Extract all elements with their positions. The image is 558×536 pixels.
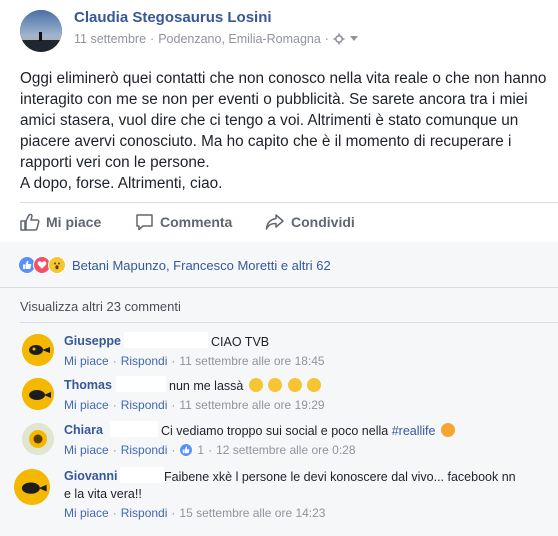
post-text-line: piacere avervi conosciuto. Ma ho capito … bbox=[20, 133, 512, 150]
comment-timestamp[interactable]: 11 settembre alle ore 19:29 bbox=[179, 398, 324, 412]
bird-avatar-icon bbox=[22, 378, 54, 410]
separator: · bbox=[150, 32, 155, 46]
kiss-emoji-icon bbox=[440, 423, 455, 437]
reactions-summary[interactable]: Betani Mapunzo, Francesco Moretti e altr… bbox=[18, 256, 331, 274]
comment-bubble-icon bbox=[136, 214, 153, 231]
comment-reply-link[interactable]: Rispondi bbox=[121, 354, 168, 368]
divider bbox=[0, 287, 558, 288]
post-header: Claudia Stegosaurus Losini 11 settembre … bbox=[0, 0, 558, 58]
view-more-comments-link[interactable]: Visualizza altri 23 commenti bbox=[20, 299, 181, 314]
divider bbox=[20, 202, 558, 203]
comment-like-link[interactable]: Mi piace bbox=[64, 506, 109, 520]
post-meta: 11 settembre · Podenzano, Emilia-Romagna… bbox=[74, 32, 359, 46]
post-text-line: interagito con me se non per eventi o pu… bbox=[20, 91, 528, 108]
separator: · bbox=[112, 443, 117, 457]
comment-actions: Mi piace · Rispondi · 15 settembre alle … bbox=[64, 506, 325, 520]
separator: · bbox=[112, 506, 117, 520]
commenter-name[interactable]: Chiara bbox=[64, 423, 103, 437]
post-location[interactable]: Podenzano, Emilia-Romagna bbox=[158, 32, 321, 46]
comment-reply-link[interactable]: Rispondi bbox=[121, 506, 168, 520]
like-button[interactable]: Mi piace bbox=[20, 205, 101, 239]
divider bbox=[20, 322, 558, 323]
comment-timestamp[interactable]: 11 settembre alle ore 18:45 bbox=[179, 354, 324, 368]
comment-text: e la vita vera!! bbox=[64, 487, 142, 501]
comment-button-label: Commenta bbox=[160, 214, 233, 230]
comment-like-link[interactable]: Mi piace bbox=[64, 443, 109, 457]
author-avatar[interactable] bbox=[20, 10, 62, 52]
comment-button[interactable]: Commenta bbox=[135, 205, 232, 239]
commenter-name[interactable]: Thomas bbox=[64, 378, 112, 392]
post-body: Oggi eliminerò quei contatti che non con… bbox=[20, 68, 550, 194]
post-date[interactable]: 11 settembre bbox=[74, 32, 146, 46]
redacted-surname bbox=[124, 332, 208, 348]
comment-text: nun me lassà bbox=[169, 378, 322, 394]
separator: · bbox=[112, 354, 117, 368]
post-author-name[interactable]: Claudia Stegosaurus Losini bbox=[74, 9, 272, 26]
grinning-emoji-icon bbox=[307, 378, 322, 392]
comment-text: Ci vediamo troppo sui social e poco nell… bbox=[161, 423, 455, 439]
chevron-down-icon[interactable] bbox=[349, 35, 359, 43]
redacted-surname bbox=[116, 376, 166, 392]
separator: · bbox=[171, 398, 176, 412]
post-text-line: A dopo, forse. Altrimenti, ciao. bbox=[20, 175, 223, 192]
comment-timestamp[interactable]: 12 settembre alle ore 0:28 bbox=[216, 443, 355, 457]
comment-reply-link[interactable]: Rispondi bbox=[121, 443, 168, 457]
separator: · bbox=[112, 398, 117, 412]
commenter-name[interactable]: Giovanni bbox=[64, 469, 117, 483]
hashtag-link[interactable]: #reallife bbox=[392, 424, 436, 438]
comment-actions: Mi piace · Rispondi · 1 · 12 settembre a… bbox=[64, 443, 356, 457]
commenter-avatar[interactable] bbox=[14, 469, 50, 505]
redacted-surname bbox=[120, 467, 164, 483]
comment-like-link[interactable]: Mi piace bbox=[64, 398, 109, 412]
grinning-emoji-icon bbox=[287, 378, 302, 392]
redacted-surname bbox=[110, 421, 158, 437]
commenter-avatar[interactable] bbox=[22, 423, 54, 455]
separator: · bbox=[208, 443, 213, 457]
comment-reply-link[interactable]: Rispondi bbox=[121, 398, 168, 412]
comment-text: Faibene xkè l persone le devi konoscere … bbox=[164, 470, 516, 484]
share-arrow-icon bbox=[265, 214, 284, 230]
sunset-photo-icon bbox=[20, 10, 62, 52]
share-button-label: Condividi bbox=[291, 214, 355, 230]
separator: · bbox=[171, 354, 176, 368]
privacy-gear-icon[interactable] bbox=[333, 33, 345, 45]
separator: · bbox=[171, 443, 176, 457]
separator: · bbox=[171, 506, 176, 520]
grinning-emoji-icon bbox=[268, 378, 283, 392]
comments-section: Betani Mapunzo, Francesco Moretti e altr… bbox=[0, 242, 558, 536]
comment-like-link[interactable]: Mi piace bbox=[64, 354, 109, 368]
bird-avatar-icon bbox=[14, 469, 50, 505]
like-count-icon bbox=[179, 443, 194, 457]
post-text-line: Oggi eliminerò quei contatti che non con… bbox=[20, 70, 547, 87]
comment-actions: Mi piace · Rispondi · 11 settembre alle … bbox=[64, 354, 325, 368]
comment-actions: Mi piace · Rispondi · 11 settembre alle … bbox=[64, 398, 325, 412]
like-button-label: Mi piace bbox=[46, 214, 102, 230]
commenter-avatar[interactable] bbox=[22, 334, 54, 366]
comment-text-content: nun me lassà bbox=[169, 379, 244, 393]
comment-text-content: Ci vediamo troppo sui social e poco nell… bbox=[161, 424, 389, 438]
commenter-name[interactable]: Giuseppe bbox=[64, 334, 121, 348]
post-text-line: rapporti veri con le persone. bbox=[20, 154, 210, 171]
wow-reaction-icon bbox=[48, 256, 66, 274]
share-button[interactable]: Condividi bbox=[265, 205, 355, 239]
comment-text: CIAO TVB bbox=[211, 335, 270, 349]
commenter-avatar[interactable] bbox=[22, 378, 54, 410]
comment-timestamp[interactable]: 15 settembre alle ore 14:23 bbox=[179, 506, 325, 520]
post-actions: Mi piace Commenta Condividi bbox=[0, 205, 558, 239]
post-text-line: amici stasera, vuol dire che ci tengo a … bbox=[20, 112, 519, 129]
reactions-names[interactable]: Betani Mapunzo, Francesco Moretti e altr… bbox=[72, 258, 331, 273]
comment-like-count[interactable]: 1 bbox=[197, 443, 204, 457]
sunflower-avatar-icon bbox=[22, 423, 54, 455]
thumbs-up-icon bbox=[20, 213, 40, 231]
bird-avatar-icon bbox=[22, 334, 54, 366]
grinning-emoji-icon bbox=[248, 378, 263, 392]
separator: · bbox=[324, 32, 329, 46]
